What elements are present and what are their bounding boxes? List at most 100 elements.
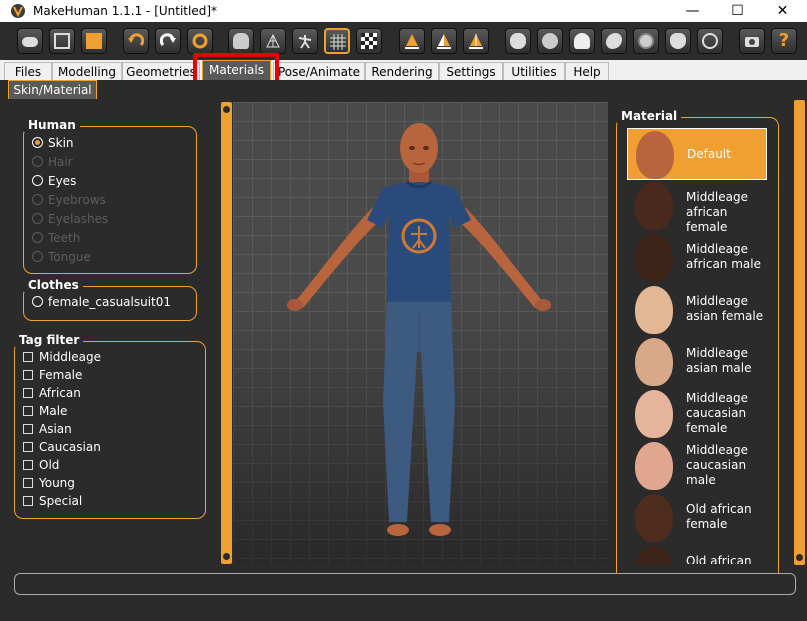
face-icon[interactable]: [505, 28, 531, 54]
radio-female-casualsuit01[interactable]: female_casualsuit01: [32, 294, 171, 310]
checkbox-label: Young: [39, 476, 75, 490]
radio-label: Skin: [48, 136, 74, 150]
background-grid-icon[interactable]: [324, 28, 350, 54]
checkbox-box: [23, 423, 33, 434]
save-icon[interactable]: [49, 28, 75, 54]
checkbox-label: Old: [39, 458, 60, 472]
material-item-middleage-african-male[interactable]: Middleage african male: [627, 232, 767, 284]
radio-skin[interactable]: Skin: [32, 135, 74, 151]
eye-icon[interactable]: [633, 28, 659, 54]
undo-icon[interactable]: [17, 28, 43, 54]
checkbox-box: [23, 477, 33, 488]
tag-filter-title: Tag filter: [15, 333, 84, 347]
tab-geometries[interactable]: Geometries: [122, 62, 200, 80]
checkbox-label: Middleage: [39, 350, 101, 364]
radio-indicator: [32, 251, 43, 262]
scroll-down-icon[interactable]: [796, 554, 803, 561]
human-model: [287, 123, 551, 536]
material-item-middleage-african-female[interactable]: Middleage african female: [627, 180, 767, 234]
checkbox-label: Female: [39, 368, 83, 382]
material-label: Default: [687, 147, 731, 161]
material-item-middleage-asian-female[interactable]: Middleage asian female: [627, 284, 767, 336]
radio-label: Eyelashes: [48, 212, 109, 226]
material-label: Middleage asian female: [686, 294, 764, 323]
checkbox-label: African: [39, 386, 81, 400]
radio-eyelashes: Eyelashes: [32, 211, 108, 227]
minimize-button[interactable]: —: [670, 0, 715, 22]
tag-checkbox-african[interactable]: African: [23, 385, 81, 401]
tab-utilities[interactable]: Utilities: [503, 62, 565, 80]
radio-label: Hair: [48, 155, 73, 169]
head-icon[interactable]: [537, 28, 563, 54]
smooth-icon[interactable]: [228, 28, 254, 54]
material-group-title: Material: [617, 109, 682, 123]
checkbox-box: [23, 351, 33, 362]
material-item-old-african[interactable]: Old african: [627, 544, 767, 564]
material-panel: Material Default Middleage african femal…: [610, 100, 807, 577]
lips-icon[interactable]: [665, 28, 691, 54]
screenshot-icon[interactable]: [739, 28, 765, 54]
radio-indicator: [32, 156, 43, 167]
pose-icon[interactable]: [292, 28, 318, 54]
radio-hair: Hair: [32, 154, 73, 170]
material-item-old-african-female[interactable]: Old african female: [627, 492, 767, 544]
tab-files[interactable]: Files: [4, 62, 52, 80]
material-label: Middleage african male: [686, 242, 761, 271]
material-scrollbar[interactable]: [794, 100, 805, 565]
tab-skin-material[interactable]: Skin/Material: [8, 80, 97, 99]
checkbox-box: [23, 405, 33, 416]
reset-icon[interactable]: [187, 28, 213, 54]
tab-pose-animate[interactable]: Pose/Animate: [273, 62, 365, 80]
human-group-title: Human: [24, 118, 80, 132]
tab-rendering[interactable]: Rendering: [365, 62, 439, 80]
material-thumbnail: [635, 390, 673, 438]
checkbox-label: Asian: [39, 422, 72, 436]
radio-eyes[interactable]: Eyes: [32, 173, 76, 189]
tag-checkbox-special[interactable]: Special: [23, 493, 82, 509]
sub-tabs: Skin/Material: [0, 80, 807, 100]
tag-checkbox-young[interactable]: Young: [23, 475, 75, 491]
export-icon[interactable]: [81, 28, 107, 54]
tab-help[interactable]: Help: [565, 62, 609, 80]
tag-checkbox-middleage[interactable]: Middleage: [23, 349, 101, 365]
material-label: Middleage african female: [686, 190, 748, 234]
radio-label: Eyebrows: [48, 193, 106, 207]
material-thumbnail: [635, 546, 673, 564]
scroll-down-icon[interactable]: [223, 553, 230, 560]
checker-icon[interactable]: [356, 28, 382, 54]
tag-checkbox-caucasian[interactable]: Caucasian: [23, 439, 101, 455]
tag-checkbox-female[interactable]: Female: [23, 367, 82, 383]
hair-icon[interactable]: [569, 28, 595, 54]
wireframe-icon[interactable]: [260, 28, 286, 54]
viewport-left-scrollbar[interactable]: [221, 102, 232, 564]
scroll-up-icon[interactable]: [223, 106, 230, 113]
tab-modelling[interactable]: Modelling: [52, 62, 122, 80]
material-item-middleage-caucasian-male[interactable]: Middleage caucasian male: [627, 440, 767, 492]
material-item-default[interactable]: Default: [627, 128, 767, 180]
material-item-middleage-asian-male[interactable]: Middleage asian male: [627, 336, 767, 388]
checkbox-box: [23, 369, 33, 380]
frame-icon[interactable]: [697, 28, 723, 54]
checkbox-label: Caucasian: [39, 440, 101, 454]
top-view-icon[interactable]: [463, 28, 489, 54]
window-title: MakeHuman 1.1.1 - [Untitled]*: [33, 4, 218, 18]
tag-checkbox-male[interactable]: Male: [23, 403, 67, 419]
redo-arrow-icon[interactable]: [155, 28, 181, 54]
tag-checkbox-old[interactable]: Old: [23, 457, 59, 473]
tab-settings[interactable]: Settings: [439, 62, 503, 80]
close-button[interactable]: ✕: [760, 0, 805, 22]
3d-viewport[interactable]: [233, 102, 608, 564]
eyebrow-icon[interactable]: [601, 28, 627, 54]
checkbox-label: Special: [39, 494, 83, 508]
maximize-button[interactable]: ☐: [715, 0, 760, 22]
clothes-group-title: Clothes: [24, 278, 83, 292]
tag-checkbox-asian[interactable]: Asian: [23, 421, 72, 437]
help-icon[interactable]: ?: [771, 28, 797, 54]
material-item-middleage-caucasian-female[interactable]: Middleage caucasian female: [627, 388, 767, 440]
front-view-icon[interactable]: [399, 28, 425, 54]
undo-arrow-icon[interactable]: [123, 28, 149, 54]
main-tabs: Files Modelling Geometries Materials Pos…: [0, 60, 807, 81]
material-thumbnail: [635, 494, 673, 542]
radio-indicator: [32, 232, 43, 243]
left-view-icon[interactable]: [431, 28, 457, 54]
